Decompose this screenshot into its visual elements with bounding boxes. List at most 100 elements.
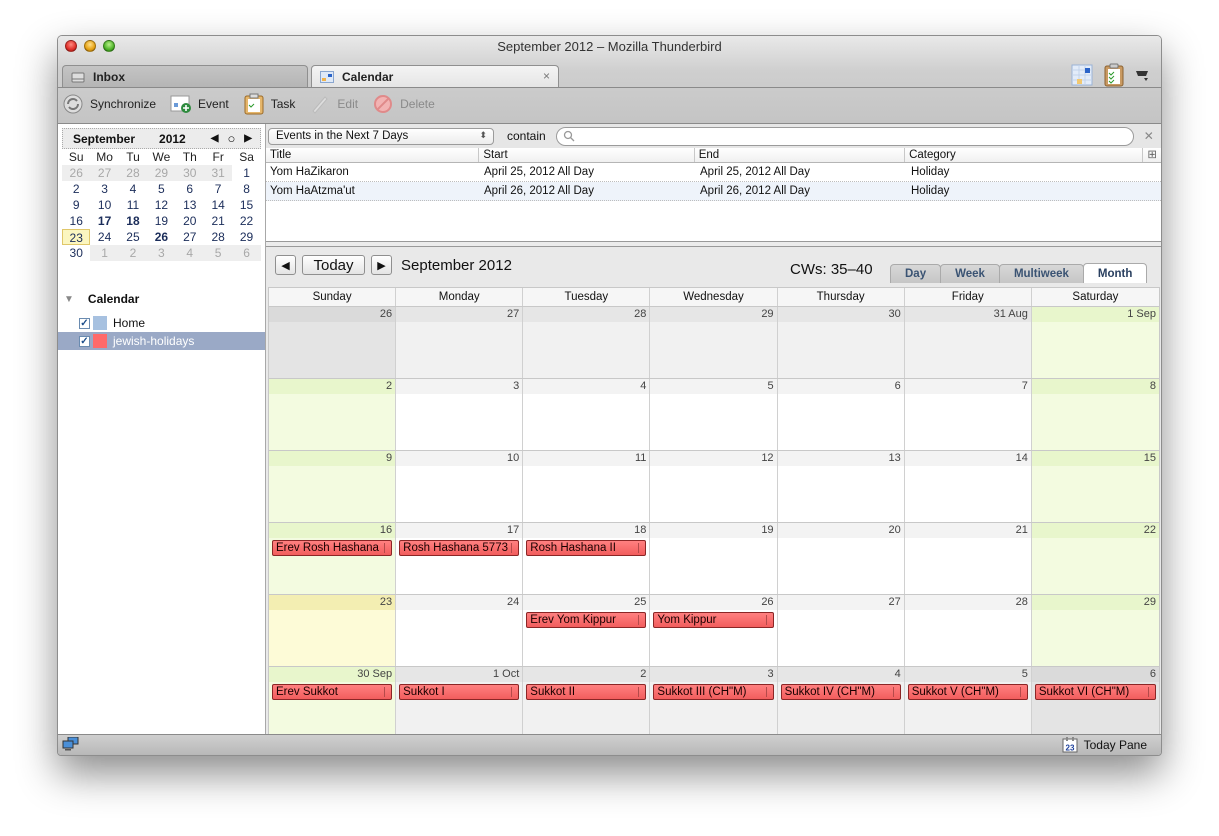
day-cell[interactable]: 13 (777, 451, 905, 522)
mini-cal-day[interactable]: 31 (203, 165, 233, 181)
home-checkbox[interactable]: ✓ (79, 317, 90, 329)
column-category[interactable]: Category (905, 148, 1144, 162)
delete-button[interactable]: Delete (372, 93, 435, 115)
day-number[interactable]: 6 (777, 379, 904, 394)
event-item[interactable]: Sukkot V (CH"M) (907, 684, 1028, 700)
day-cell[interactable]: 20 (777, 523, 905, 594)
day-cell[interactable]: 10 (396, 451, 524, 522)
mini-cal-day[interactable]: 29 (232, 229, 260, 245)
mini-cal-day[interactable]: 12 (147, 197, 175, 213)
day-cell[interactable]: 15 (1031, 451, 1159, 522)
day-number[interactable]: 23 (269, 595, 396, 610)
day-cell[interactable]: 24 (396, 595, 524, 666)
mini-cal-day[interactable]: 18 (119, 213, 147, 229)
app-menu-icon[interactable] (1135, 68, 1149, 82)
day-number[interactable]: 4 (777, 667, 904, 682)
mini-cal-day[interactable]: 2 (118, 245, 148, 261)
tasks-view-icon[interactable] (1103, 63, 1125, 87)
day-cell[interactable]: 4 (523, 379, 651, 450)
mini-cal-day[interactable]: 13 (176, 197, 204, 213)
day-number[interactable]: 12 (650, 451, 777, 466)
column-picker-icon[interactable]: ⊞ (1143, 148, 1161, 162)
day-number[interactable]: 3 (396, 379, 523, 394)
mini-cal-day[interactable]: 30 (62, 245, 90, 261)
mini-cal-day[interactable]: 14 (204, 197, 232, 213)
day-number[interactable]: 27 (396, 307, 523, 322)
new-event-button[interactable]: Event (170, 93, 229, 115)
event-row[interactable]: Yom HaAtzma'ut April 26, 2012 All Day Ap… (266, 182, 1161, 201)
day-number[interactable]: 2 (523, 667, 650, 682)
day-cell[interactable]: 3 Sukkot III (CH"M) (650, 667, 778, 738)
mini-cal-day[interactable]: 26 (147, 229, 175, 245)
mini-cal-day[interactable]: 20 (176, 213, 204, 229)
event-item[interactable]: Erev Yom Kippur (526, 612, 647, 628)
event-item[interactable]: Sukkot IV (CH"M) (780, 684, 901, 700)
day-cell[interactable]: 22 (1031, 523, 1159, 594)
tab-month[interactable]: Month (1082, 263, 1148, 283)
day-number[interactable]: 15 (1031, 451, 1159, 466)
day-number[interactable]: 11 (523, 451, 650, 466)
edit-button[interactable]: Edit (309, 93, 358, 115)
column-end[interactable]: End (695, 148, 906, 162)
mini-cal-day[interactable]: 9 (62, 197, 90, 213)
day-number[interactable]: 17 (396, 523, 523, 538)
mini-cal-day[interactable]: 30 (175, 165, 204, 181)
event-item[interactable]: Erev Sukkot (272, 684, 393, 700)
day-number[interactable]: 29 (1031, 595, 1159, 610)
event-search-input[interactable] (555, 126, 1134, 146)
mini-cal-day[interactable]: 27 (176, 229, 204, 245)
day-number[interactable]: 25 (523, 595, 650, 610)
tab-calendar[interactable]: Calendar × (311, 65, 559, 88)
day-cell[interactable]: 21 (904, 523, 1032, 594)
mini-cal-day[interactable]: 19 (147, 213, 175, 229)
mini-cal-year[interactable]: 2012 (159, 132, 186, 146)
mini-cal-day[interactable]: 4 (119, 181, 147, 197)
event-item[interactable]: Rosh Hashana 5773 (399, 540, 520, 556)
day-cell[interactable]: 27 (777, 595, 905, 666)
day-number[interactable]: 2 (269, 379, 396, 394)
mini-cal-day[interactable]: 6 (232, 245, 261, 261)
event-row[interactable]: Yom HaZikaron April 25, 2012 All Day Apr… (266, 163, 1161, 182)
day-cell[interactable]: 9 (269, 451, 397, 522)
event-item[interactable]: Rosh Hashana II (526, 540, 647, 556)
day-cell[interactable]: 2 Sukkot II (523, 667, 651, 738)
day-cell[interactable]: 2 (269, 379, 397, 450)
mini-cal-day[interactable]: 4 (175, 245, 204, 261)
mini-cal-day[interactable]: 2 (62, 181, 90, 197)
mini-cal-day[interactable]: 25 (119, 229, 147, 245)
day-cell[interactable]: 1 Oct Sukkot I (396, 667, 524, 738)
mini-cal-day[interactable]: 28 (204, 229, 232, 245)
day-cell[interactable]: 8 (1031, 379, 1159, 450)
day-cell[interactable]: 18 Rosh Hashana II (523, 523, 651, 594)
day-number[interactable]: 31 Aug (904, 307, 1031, 322)
next-month-button[interactable]: ▶ (371, 255, 392, 275)
day-cell[interactable]: 3 (396, 379, 524, 450)
mini-cal-day[interactable]: 24 (90, 229, 118, 245)
tab-multiweek[interactable]: Multiweek (998, 264, 1084, 283)
day-number[interactable]: 1 Sep (1031, 307, 1159, 322)
day-cell[interactable]: 19 (650, 523, 778, 594)
day-cell[interactable]: 30 Sep Erev Sukkot (269, 667, 397, 738)
mini-cal-prev-icon[interactable]: ◀ (211, 133, 219, 144)
day-number[interactable]: 18 (523, 523, 650, 538)
mini-cal-day[interactable]: 15 (232, 197, 260, 213)
day-number[interactable]: 5 (650, 379, 777, 394)
day-number[interactable]: 28 (904, 595, 1031, 610)
day-cell[interactable]: 5 Sukkot V (CH"M) (904, 667, 1032, 738)
day-cell[interactable]: 31 Aug (904, 307, 1032, 378)
tab-day[interactable]: Day (890, 264, 942, 283)
day-number[interactable]: 6 (1031, 667, 1159, 682)
column-title[interactable]: Title (266, 148, 480, 162)
day-number[interactable]: 19 (650, 523, 777, 538)
day-number[interactable]: 9 (269, 451, 396, 466)
tab-inbox[interactable]: Inbox (62, 65, 308, 87)
today-button[interactable]: Today (302, 255, 365, 275)
mini-cal-day[interactable]: 5 (203, 245, 233, 261)
new-task-button[interactable]: Task (243, 93, 295, 115)
mini-cal-day[interactable]: 27 (90, 165, 119, 181)
mini-cal-next-icon[interactable]: ▶ (244, 133, 252, 144)
mini-cal-day[interactable]: 21 (204, 213, 232, 229)
synchronize-button[interactable]: Synchronize (62, 93, 156, 115)
day-number[interactable]: 14 (904, 451, 1031, 466)
day-number[interactable]: 10 (396, 451, 523, 466)
